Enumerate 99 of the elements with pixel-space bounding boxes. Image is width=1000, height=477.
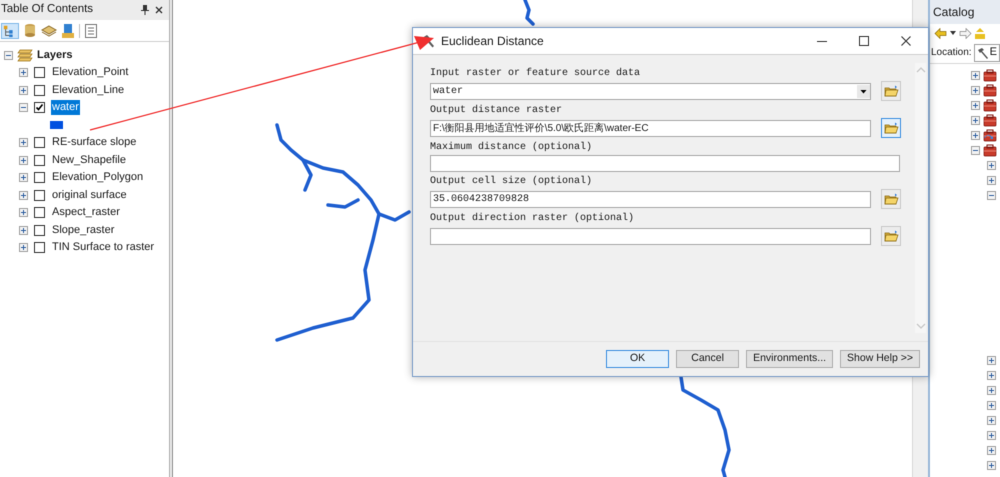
expand-icon[interactable] bbox=[987, 386, 996, 395]
expand-icon[interactable] bbox=[987, 356, 996, 365]
expand-icon[interactable] bbox=[987, 416, 996, 425]
toolbox-icon bbox=[983, 99, 997, 112]
expand-icon[interactable] bbox=[19, 190, 28, 200]
expand-icon[interactable] bbox=[19, 156, 28, 165]
dialog-button[interactable]: Show Help >> bbox=[840, 350, 920, 368]
layer-checkbox[interactable] bbox=[34, 190, 45, 201]
dialog-button[interactable]: OK bbox=[606, 350, 670, 368]
field-label: Maximum distance (optional) bbox=[430, 141, 594, 155]
options-icon[interactable] bbox=[84, 22, 98, 38]
pin-icon[interactable] bbox=[141, 5, 149, 15]
folder-icon bbox=[884, 85, 898, 97]
browse-button[interactable] bbox=[881, 226, 901, 246]
collapse-icon[interactable] bbox=[19, 103, 28, 112]
dropdown-caret-icon[interactable] bbox=[950, 31, 956, 35]
back-arrow-icon[interactable] bbox=[934, 28, 947, 38]
input-field[interactable]: 35.0604238709828 bbox=[430, 190, 871, 208]
input-field[interactable]: F:\衡阳县用地适宜性评价\5.0\欧氏距离\water-EC bbox=[430, 120, 871, 136]
collapse-icon[interactable] bbox=[4, 51, 13, 60]
layer-checkbox[interactable] bbox=[34, 84, 45, 96]
layer-name[interactable]: Elevation_Point bbox=[51, 65, 130, 80]
field-label: Output direction raster (optional) bbox=[430, 212, 636, 226]
input-field[interactable] bbox=[430, 155, 900, 172]
layer-name[interactable]: Slope_raster bbox=[51, 222, 116, 238]
source-icon[interactable] bbox=[61, 22, 75, 38]
expand-icon[interactable] bbox=[987, 461, 996, 470]
layer-name[interactable]: Elevation_Polygon bbox=[51, 170, 144, 186]
folder-icon bbox=[884, 193, 898, 205]
layer-name[interactable]: original surface bbox=[51, 188, 128, 203]
database-icon[interactable] bbox=[23, 22, 37, 38]
location-label: Location: bbox=[931, 46, 972, 60]
layer-checkbox[interactable] bbox=[34, 137, 45, 148]
expand-icon[interactable] bbox=[987, 431, 996, 440]
hammer-icon bbox=[976, 46, 989, 58]
dialog-button[interactable]: Environments... bbox=[746, 350, 834, 368]
layers-icon[interactable] bbox=[41, 22, 57, 38]
folder-icon bbox=[884, 230, 898, 242]
expand-icon[interactable] bbox=[987, 161, 996, 170]
layer-checkbox[interactable] bbox=[34, 207, 45, 218]
list-by-drawing-order-icon[interactable] bbox=[1, 22, 19, 38]
collapse-icon[interactable] bbox=[987, 191, 996, 200]
expand-icon[interactable] bbox=[19, 243, 28, 252]
folder-icon bbox=[884, 122, 898, 134]
expand-icon[interactable] bbox=[19, 138, 28, 148]
layer-checkbox[interactable] bbox=[34, 67, 45, 78]
expand-icon[interactable] bbox=[19, 208, 28, 218]
dropdown-caret-icon[interactable] bbox=[857, 84, 870, 98]
collapse-icon[interactable] bbox=[971, 146, 980, 155]
panel-title: Catalog bbox=[933, 4, 974, 21]
layer-checkbox[interactable] bbox=[34, 242, 45, 254]
expand-icon[interactable] bbox=[19, 68, 28, 78]
layer-checkbox[interactable] bbox=[34, 102, 45, 114]
dropdown-field[interactable]: water bbox=[430, 82, 871, 100]
dialog-button[interactable]: Cancel bbox=[676, 350, 740, 368]
expand-icon[interactable] bbox=[971, 116, 980, 125]
location-field[interactable]: E bbox=[974, 44, 1000, 62]
browse-button[interactable] bbox=[881, 81, 901, 101]
close-icon bbox=[901, 36, 911, 46]
expand-icon[interactable] bbox=[971, 71, 980, 80]
layer-name[interactable]: New_Shapefile bbox=[51, 152, 127, 168]
layer-name[interactable]: Elevation_Line bbox=[51, 82, 126, 98]
expand-icon[interactable] bbox=[971, 86, 980, 95]
toolbox-icon bbox=[983, 129, 997, 142]
expand-icon[interactable] bbox=[19, 173, 28, 182]
layer-name[interactable]: water bbox=[51, 100, 80, 116]
minimize-icon bbox=[817, 40, 827, 42]
layer-name[interactable]: TIN Surface to raster bbox=[51, 240, 156, 256]
layers-icon bbox=[17, 49, 33, 62]
expand-icon[interactable] bbox=[987, 446, 996, 455]
expand-icon[interactable] bbox=[987, 371, 996, 380]
field-label: Output distance raster bbox=[430, 104, 564, 118]
layer-checkbox[interactable] bbox=[34, 154, 45, 166]
maximize-icon bbox=[859, 36, 869, 46]
input-field[interactable] bbox=[430, 228, 871, 244]
field-label: Output cell size (optional) bbox=[430, 175, 594, 189]
symbol-swatch[interactable] bbox=[50, 121, 63, 130]
field-label: Input raster or feature source data bbox=[430, 67, 642, 81]
toolbox-icon bbox=[983, 69, 997, 82]
expand-icon[interactable] bbox=[971, 131, 980, 140]
river-drawing bbox=[521, 0, 535, 26]
toolbox-icon bbox=[983, 144, 997, 157]
dialog-title: Euclidean Distance bbox=[441, 33, 544, 50]
expand-icon[interactable] bbox=[987, 401, 996, 410]
panel-title: Table Of Contents bbox=[1, 2, 94, 18]
toolbox-icon bbox=[983, 114, 997, 127]
toolbox-icon bbox=[983, 84, 997, 97]
browse-button[interactable] bbox=[881, 189, 901, 209]
layer-name[interactable]: RE-surface slope bbox=[51, 135, 138, 150]
expand-icon[interactable] bbox=[19, 86, 28, 95]
layer-name[interactable]: Aspect_raster bbox=[51, 205, 121, 220]
layer-checkbox[interactable] bbox=[34, 224, 45, 236]
close-icon[interactable] bbox=[155, 6, 163, 14]
layers-group-label[interactable]: Layers bbox=[37, 47, 72, 64]
expand-icon[interactable] bbox=[19, 226, 28, 235]
expand-icon[interactable] bbox=[987, 176, 996, 185]
layer-checkbox[interactable] bbox=[34, 172, 45, 184]
browse-button[interactable] bbox=[881, 118, 901, 138]
expand-icon[interactable] bbox=[971, 101, 980, 110]
